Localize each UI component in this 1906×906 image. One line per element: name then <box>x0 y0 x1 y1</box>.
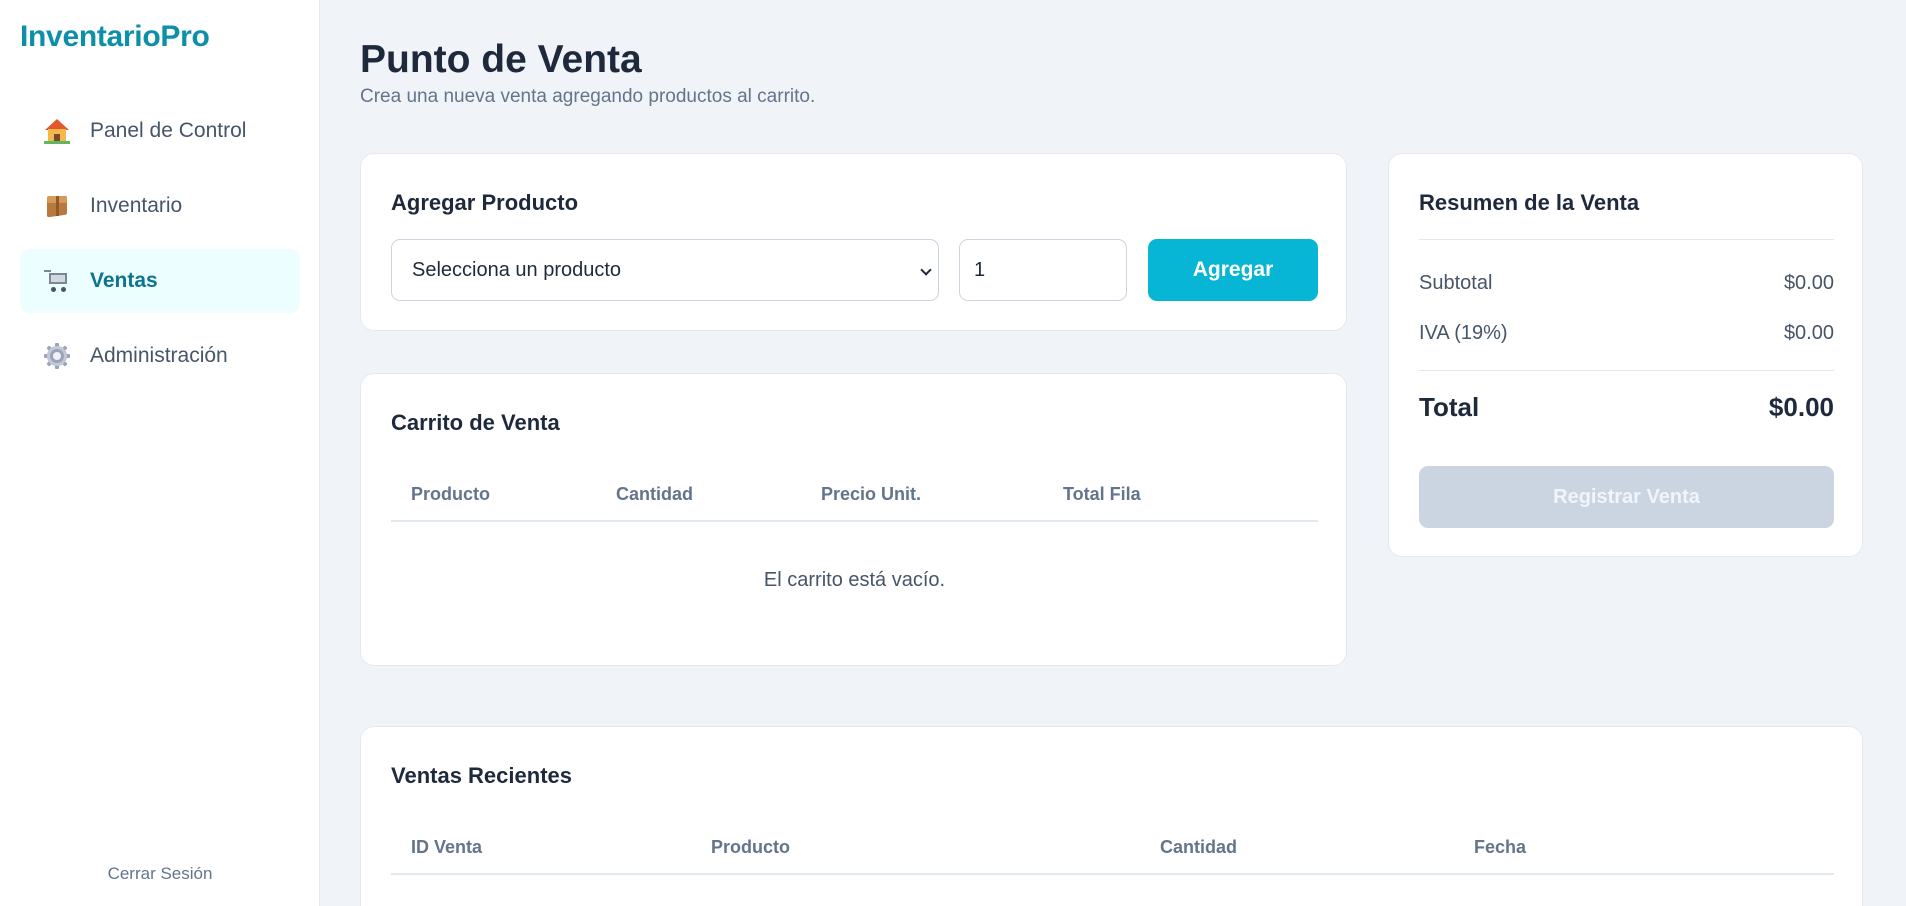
page-subtitle: Crea una nueva venta agregando productos… <box>360 86 816 107</box>
subtotal-row: Subtotal $0.00 <box>1419 272 1834 295</box>
logout-link[interactable]: Cerrar Sesión <box>0 864 320 884</box>
product-select[interactable]: Selecciona un producto <box>391 239 939 301</box>
total-value: $0.00 <box>1768 392 1834 422</box>
sidebar-item-ventas[interactable]: Ventas <box>20 249 300 313</box>
column-header-precio-unit[interactable]: Precio Unit. <box>821 484 921 505</box>
quantity-input[interactable]: 1 <box>959 239 1127 301</box>
sidebar-item-panel-de-control[interactable]: Panel de Control <box>20 99 300 163</box>
add-product-title: Agregar Producto <box>391 190 579 215</box>
total-row: Total $0.00 <box>1419 392 1834 423</box>
tax-label: IVA (19%) <box>1419 322 1508 344</box>
column-header-total-fila[interactable]: Total Fila <box>1063 484 1141 505</box>
divider <box>1419 370 1834 371</box>
cart-card: Carrito de Venta Producto Cantidad Preci… <box>360 373 1347 666</box>
gear-icon <box>44 343 70 369</box>
page-title: Punto de Venta <box>360 38 642 81</box>
column-header-producto[interactable]: Producto <box>411 484 490 505</box>
sidebar-item-inventario[interactable]: Inventario <box>20 174 300 238</box>
cart-table-header: Producto Cantidad Precio Unit. Total Fil… <box>391 484 1318 522</box>
tax-row: IVA (19%) $0.00 <box>1419 322 1834 345</box>
product-select-value: Selecciona un producto <box>412 258 622 281</box>
total-label: Total <box>1419 392 1480 422</box>
divider <box>1419 239 1834 240</box>
recent-sales-title: Ventas Recientes <box>391 763 572 788</box>
cart-icon <box>44 268 70 294</box>
sidebar-item-label: Ventas <box>90 269 158 292</box>
sidebar-item-administracion[interactable]: Administración <box>20 324 300 388</box>
package-icon <box>44 193 70 219</box>
column-header-cantidad[interactable]: Cantidad <box>616 484 693 505</box>
sidebar-nav: Panel de Control Inventario Ventas Admin… <box>20 99 300 399</box>
house-icon <box>44 118 70 144</box>
quantity-value: 1 <box>974 258 986 281</box>
tax-value: $0.00 <box>1783 322 1834 344</box>
recent-sales-card: Ventas Recientes ID Venta Producto Canti… <box>360 726 1863 906</box>
column-header-id-venta[interactable]: ID Venta <box>411 837 482 858</box>
subtotal-value: $0.00 <box>1783 272 1834 294</box>
subtotal-label: Subtotal <box>1419 272 1493 294</box>
sidebar-item-label: Administración <box>90 344 228 367</box>
column-header-producto[interactable]: Producto <box>711 837 790 858</box>
add-product-card: Agregar Producto Selecciona un producto … <box>360 153 1347 331</box>
register-sale-button[interactable]: Registrar Venta <box>1419 466 1834 528</box>
sidebar-item-label: Panel de Control <box>90 119 247 142</box>
app-logo[interactable]: InventarioPro <box>20 20 210 54</box>
recent-sales-table-header: ID Venta Producto Cantidad Fecha <box>391 837 1834 875</box>
empty-cart-message: El carrito está vacío. <box>763 569 946 591</box>
chevron-down-icon <box>920 264 932 276</box>
sale-summary-card: Resumen de la Venta Subtotal $0.00 IVA (… <box>1388 153 1863 557</box>
add-button[interactable]: Agregar <box>1148 239 1318 301</box>
sidebar: InventarioPro Panel de Control Inventari… <box>0 0 320 906</box>
column-header-fecha[interactable]: Fecha <box>1474 837 1526 858</box>
cart-title: Carrito de Venta <box>391 410 560 435</box>
summary-title: Resumen de la Venta <box>1419 190 1640 215</box>
sidebar-item-label: Inventario <box>90 194 183 217</box>
column-header-cantidad[interactable]: Cantidad <box>1160 837 1237 858</box>
